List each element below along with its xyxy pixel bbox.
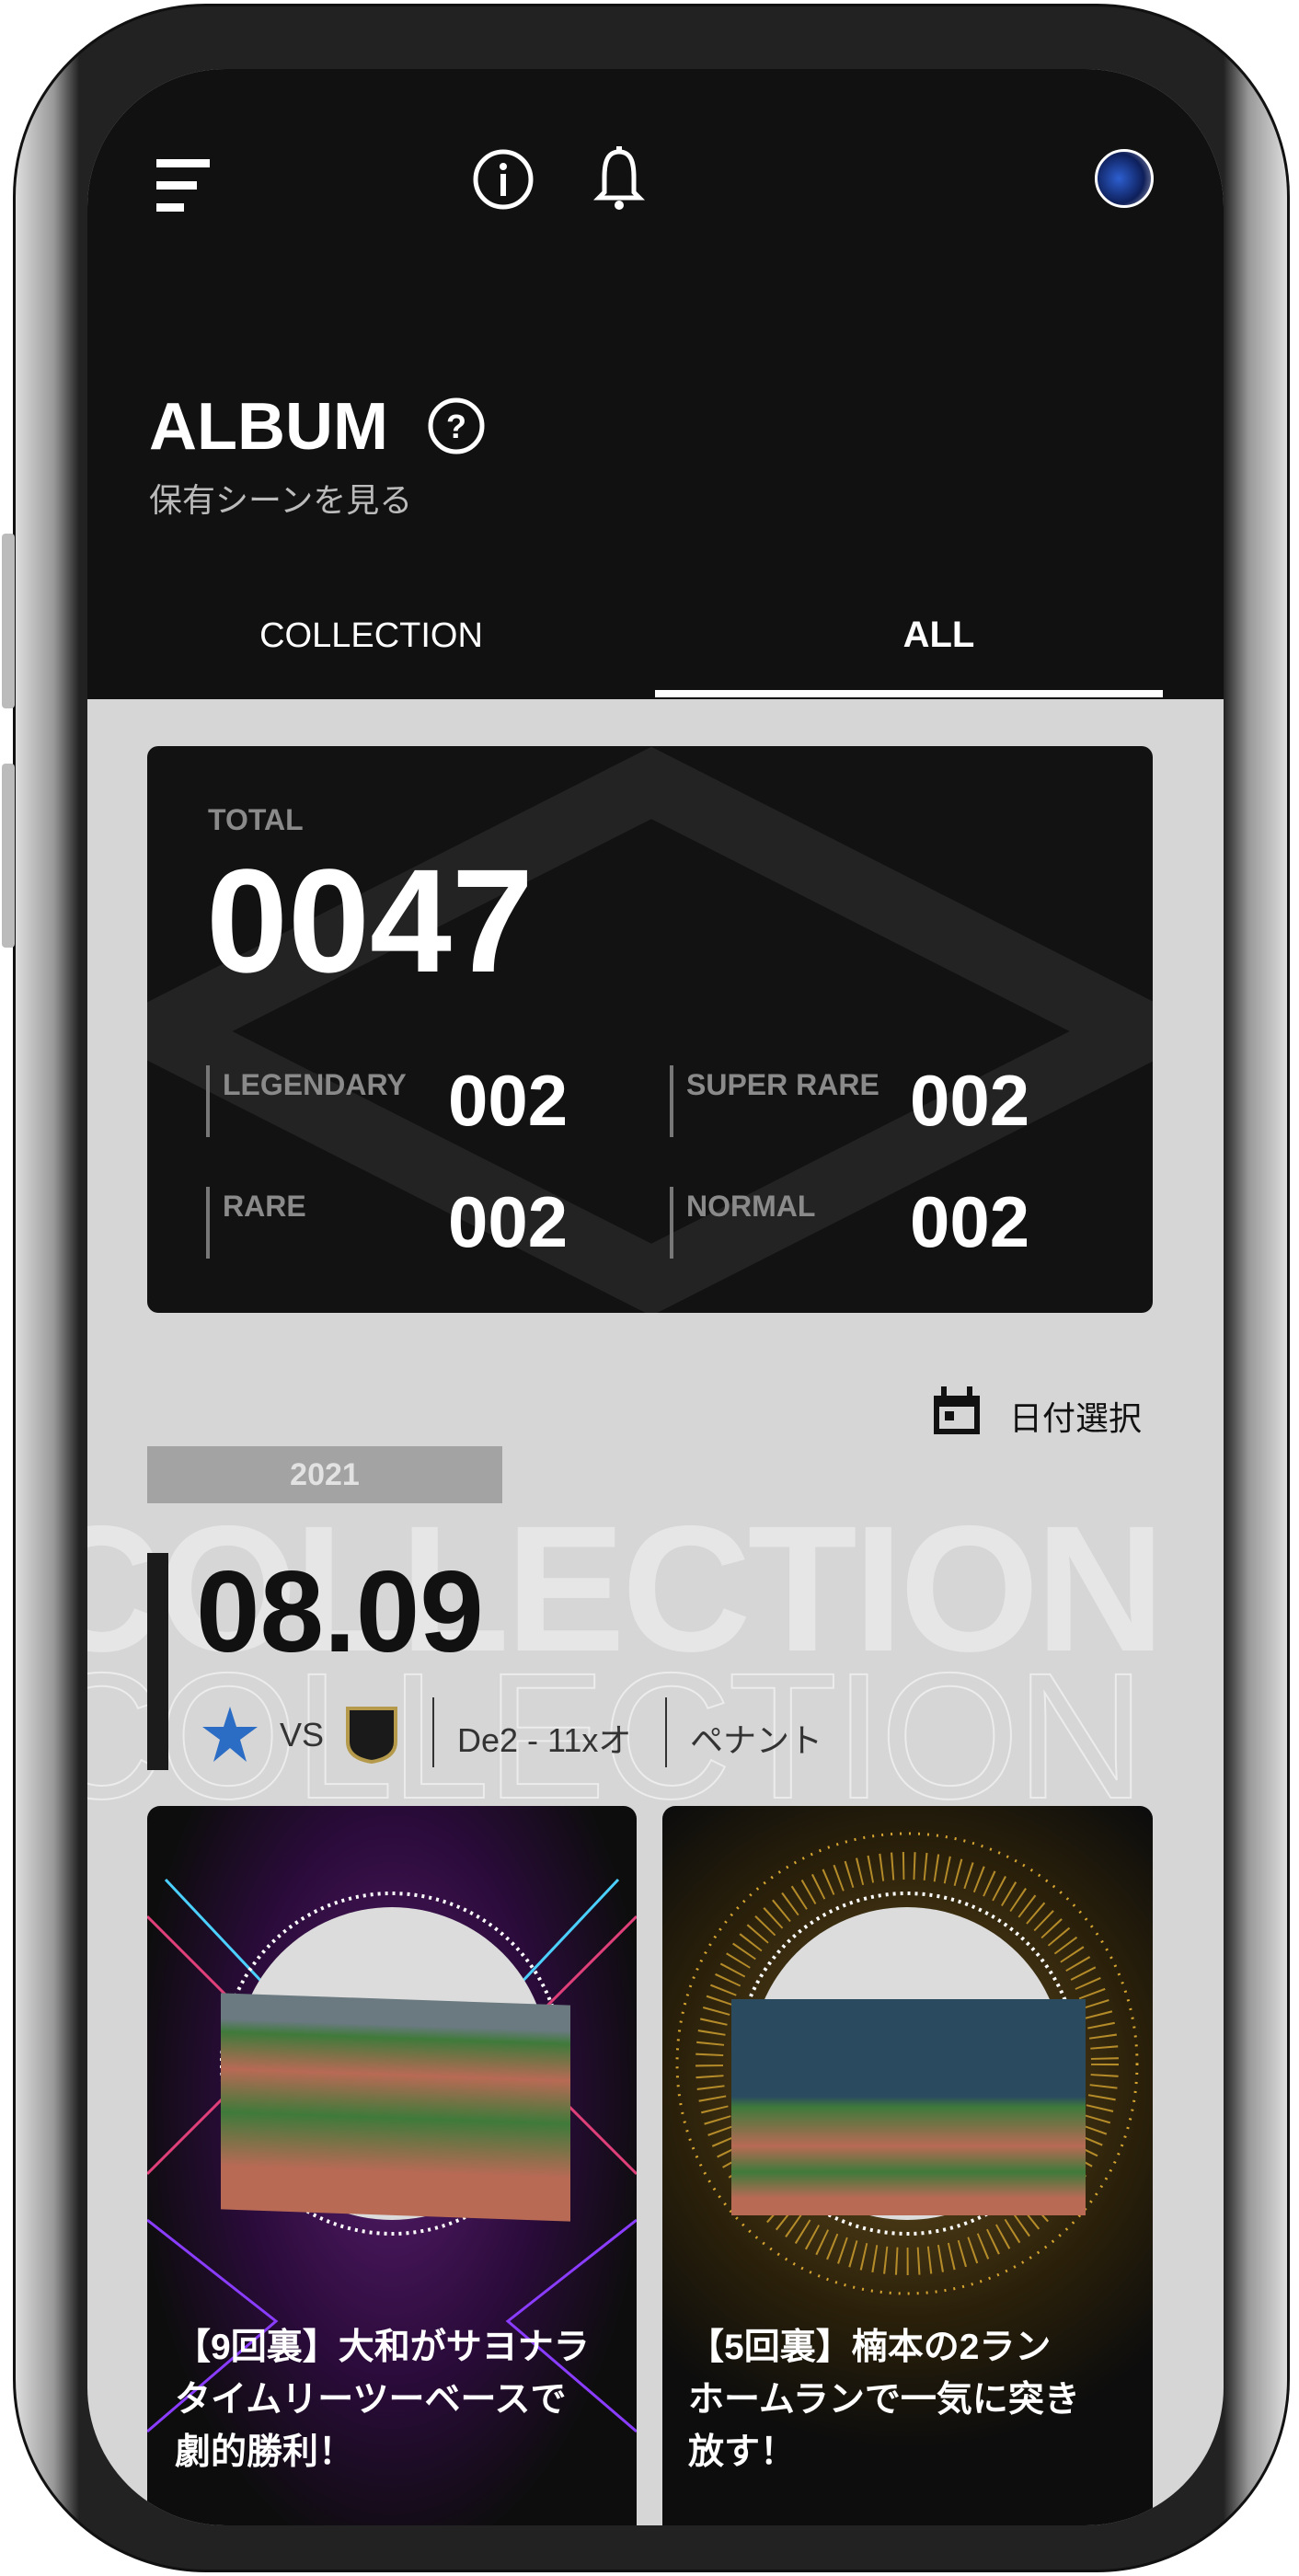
tab-collection[interactable]: COLLECTION (87, 616, 655, 656)
game-date: 08.09 (196, 1548, 484, 1676)
buffaloes-logo (346, 1707, 397, 1764)
year-label: 2021 (147, 1446, 502, 1503)
user-avatar[interactable] (1095, 149, 1154, 208)
super-rare-value: 002 (910, 1060, 1030, 1141)
divider (206, 1187, 210, 1259)
normal-value: 002 (910, 1181, 1030, 1262)
legendary-value: 002 (448, 1060, 569, 1141)
divider (432, 1697, 434, 1767)
vs-label: VS (280, 1716, 325, 1754)
card-title: 【5回裏】楠本の2ラン ホームランで一気に突き 放す！ (688, 2321, 1139, 2478)
card-title: 【9回裏】大和がサヨナラ タイムリーツーベースで 劇的勝利！ (175, 2321, 616, 2478)
divider (670, 1187, 673, 1259)
divider (206, 1065, 210, 1137)
scene-thumbnail (731, 1999, 1086, 2215)
tab-all[interactable]: ALL (655, 615, 1223, 656)
card-title-line: タイムリーツーベースで (175, 2380, 567, 2420)
question-circle-icon[interactable]: ? (427, 397, 486, 455)
phone-side-button (2, 534, 15, 708)
scene-thumbnail (221, 1993, 570, 2222)
legendary-label: LEGENDARY (223, 1068, 407, 1101)
rare-value: 002 (448, 1181, 569, 1262)
card-title-line: 【9回裏】大和がサヨナラ (175, 2328, 590, 2367)
card-title-line: ホームランで一気に突き (688, 2380, 1080, 2420)
game-score: De2 - 11xオ (457, 1721, 632, 1759)
game-type: ペナント (690, 1721, 823, 1759)
active-tab-indicator (655, 690, 1163, 697)
total-value: 0047 (206, 838, 534, 1003)
app-screen: ALBUM ? 保有シーンを見る COLLECTION ALL TOTAL 00… (87, 69, 1224, 2525)
super-rare-label: SUPER RARE (686, 1068, 879, 1101)
info-icon[interactable] (472, 148, 535, 211)
card-title-line: 劇的勝利！ (175, 2432, 355, 2472)
date-picker-label: 日付選択 (1009, 1399, 1143, 1437)
page-subtitle: 保有シーンを見る (149, 481, 413, 519)
baystars-logo (202, 1707, 258, 1762)
page-title: ALBUM (149, 390, 388, 464)
total-label: TOTAL (208, 803, 304, 836)
divider (665, 1697, 667, 1767)
rare-label: RARE (223, 1190, 306, 1223)
stats-card: TOTAL 0047 LEGENDARY 002 SUPER RARE 002 … (147, 746, 1153, 1313)
bell-icon[interactable] (593, 146, 645, 213)
scene-card[interactable]: 【5回裏】楠本の2ラン ホームランで一気に突き 放す！ (662, 1806, 1153, 2525)
header-area (87, 69, 1224, 699)
date-picker-button[interactable]: 日付選択 (932, 1386, 1153, 1437)
card-title-line: 放す！ (688, 2432, 797, 2472)
date-accent-bar (147, 1553, 168, 1770)
calendar-icon (934, 1386, 980, 1434)
scene-card[interactable]: 【9回裏】大和がサヨナラ タイムリーツーベースで 劇的勝利！ (147, 1806, 637, 2525)
hamburger-icon[interactable] (156, 159, 212, 225)
card-title-line: 【5回裏】楠本の2ラン (688, 2328, 1052, 2367)
svg-text:?: ? (446, 408, 466, 445)
phone-side-button (2, 764, 15, 948)
divider (670, 1065, 673, 1137)
normal-label: NORMAL (686, 1190, 816, 1223)
